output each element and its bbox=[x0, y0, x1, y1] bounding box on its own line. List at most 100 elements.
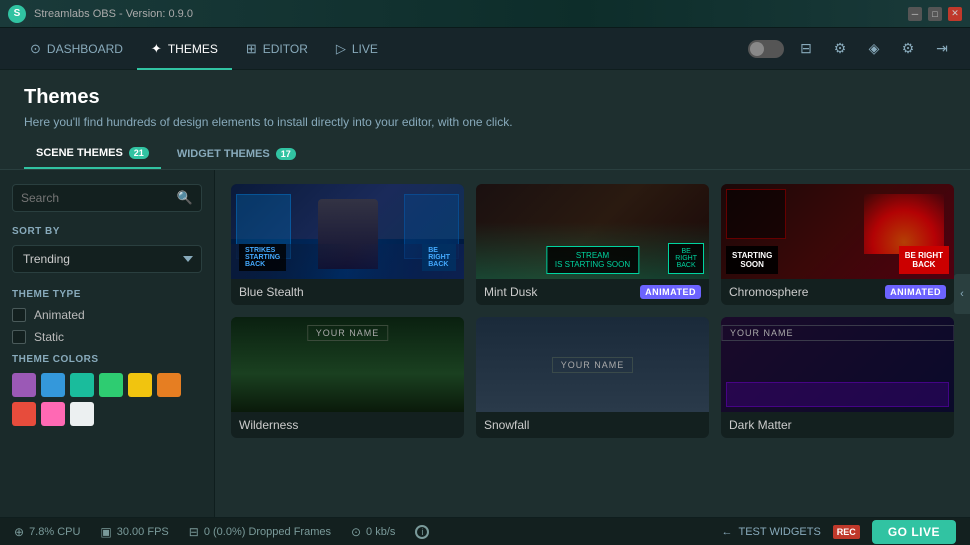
theme-thumbnail-chromosphere: STARTINGSOON BE RIGHTBACK bbox=[721, 184, 954, 279]
exit-icon[interactable]: ⇥ bbox=[930, 37, 954, 61]
person-icon[interactable]: ⚙ bbox=[828, 37, 852, 61]
theme-card-footer-mint-dusk: Mint Dusk ANIMATED bbox=[476, 279, 709, 305]
theme-card-footer-blue-stealth: Blue Stealth bbox=[231, 279, 464, 305]
maximize-button[interactable]: □ bbox=[928, 7, 942, 21]
theme-toggle[interactable] bbox=[748, 40, 784, 58]
nav-themes[interactable]: ✦ THEMES bbox=[137, 28, 232, 70]
page-header: Themes Here you'll find hundreds of desi… bbox=[0, 70, 970, 139]
be-right-back-mint: BERIGHTBACK bbox=[668, 243, 704, 274]
tab-scene-themes-badge: 21 bbox=[129, 147, 149, 159]
nav-themes-label: THEMES bbox=[168, 42, 218, 56]
color-swatch-teal[interactable] bbox=[70, 373, 94, 397]
your-name-forest: YOUR NAME bbox=[307, 325, 389, 341]
rec-badge: REC bbox=[833, 525, 860, 539]
dropped-status: ⊟ 0 (0.0%) Dropped Frames bbox=[189, 525, 331, 539]
close-button[interactable]: ✕ bbox=[948, 7, 962, 21]
theme-thumbnail-mint-dusk: STREAMIS STARTING SOON BERIGHTBACK bbox=[476, 184, 709, 279]
brb-chromosphere: BE RIGHTBACK bbox=[899, 246, 949, 274]
dropped-icon: ⊟ bbox=[189, 525, 199, 539]
theme-card-footer-forest: Wilderness bbox=[231, 412, 464, 438]
color-swatch-orange[interactable] bbox=[157, 373, 181, 397]
color-swatch-yellow[interactable] bbox=[128, 373, 152, 397]
theme-name-dark-matter: Dark Matter bbox=[729, 418, 792, 432]
color-swatch-green[interactable] bbox=[99, 373, 123, 397]
fire-effect bbox=[864, 194, 944, 254]
navbar: ⊙ DASHBOARD ✦ THEMES ⊞ EDITOR ▷ LIVE ⊟ ⚙… bbox=[0, 28, 970, 70]
go-live-button[interactable]: GO LIVE bbox=[872, 520, 956, 544]
status-right: ← TEST WIDGETS REC GO LIVE bbox=[721, 520, 956, 544]
theme-card-dark-matter[interactable]: YOUR NAME Dark Matter bbox=[721, 317, 954, 438]
static-checkbox[interactable] bbox=[12, 330, 26, 344]
tab-widget-themes-label: WIDGET THEMES bbox=[177, 148, 270, 160]
starting-soon-label: STRIKESSTARTINGBACK bbox=[239, 244, 286, 271]
animated-checkbox[interactable] bbox=[12, 308, 26, 322]
stream-starting-label: STREAMIS STARTING SOON bbox=[546, 246, 639, 274]
your-name-snowfall: YOUR NAME bbox=[552, 357, 634, 373]
test-widgets-label: TEST WIDGETS bbox=[738, 526, 820, 538]
fps-value: 30.00 FPS bbox=[117, 526, 169, 538]
nav-editor[interactable]: ⊞ EDITOR bbox=[232, 28, 322, 70]
fps-status: ▣ 30.00 FPS bbox=[100, 525, 168, 539]
sort-by-label: SORT BY bbox=[12, 226, 202, 237]
statusbar: ⊕ 7.8% CPU ▣ 30.00 FPS ⊟ 0 (0.0%) Droppe… bbox=[0, 517, 970, 545]
color-swatch-white[interactable] bbox=[70, 402, 94, 426]
info-button[interactable]: i bbox=[415, 525, 429, 539]
titlebar: S Streamlabs OBS - Version: 0.9.0 ─ □ ✕ bbox=[0, 0, 970, 28]
character-panel bbox=[726, 189, 786, 239]
theme-name-forest: Wilderness bbox=[239, 418, 298, 432]
main-area: Themes Here you'll find hundreds of desi… bbox=[0, 70, 970, 517]
tab-widget-themes[interactable]: WIDGET THEMES 17 bbox=[165, 140, 308, 168]
animated-label: Animated bbox=[34, 308, 85, 322]
app-title: Streamlabs OBS - Version: 0.9.0 bbox=[34, 8, 908, 20]
tab-scene-themes[interactable]: SCENE THEMES 21 bbox=[24, 139, 161, 169]
discord-icon[interactable]: ◈ bbox=[862, 37, 886, 61]
tab-widget-themes-badge: 17 bbox=[276, 148, 296, 160]
theme-type-label: THEME TYPE bbox=[12, 289, 202, 300]
theme-thumbnail-snowfall: YOUR NAME bbox=[476, 317, 709, 412]
nav-dashboard[interactable]: ⊙ DASHBOARD bbox=[16, 28, 137, 70]
static-label: Static bbox=[34, 330, 64, 344]
search-input[interactable] bbox=[21, 191, 177, 205]
bandwidth-icon: ⊙ bbox=[351, 525, 361, 539]
live-icon: ▷ bbox=[336, 41, 346, 57]
test-widgets-button[interactable]: ← TEST WIDGETS bbox=[721, 526, 820, 538]
page-subtitle: Here you'll find hundreds of design elem… bbox=[24, 115, 946, 129]
color-swatch-red[interactable] bbox=[12, 402, 36, 426]
theme-card-footer-snowfall: Snowfall bbox=[476, 412, 709, 438]
color-swatch-purple[interactable] bbox=[12, 373, 36, 397]
cpu-value: 7.8% CPU bbox=[29, 526, 80, 538]
editor-icon: ⊞ bbox=[246, 41, 257, 57]
gear-icon[interactable]: ⚙ bbox=[896, 37, 920, 61]
bandwidth-status: ⊙ 0 kb/s bbox=[351, 525, 395, 539]
animated-badge-mint-dusk: ANIMATED bbox=[640, 285, 701, 299]
theme-colors-section: THEME COLORS bbox=[12, 354, 202, 426]
page-title: Themes bbox=[24, 86, 946, 109]
minimize-button[interactable]: ─ bbox=[908, 7, 922, 21]
theme-colors-label: THEME COLORS bbox=[12, 354, 202, 365]
theme-card-chromosphere[interactable]: STARTINGSOON BE RIGHTBACK Chromosphere A… bbox=[721, 184, 954, 305]
nav-live[interactable]: ▷ LIVE bbox=[322, 28, 392, 70]
theme-card-mint-dusk[interactable]: STREAMIS STARTING SOON BERIGHTBACK Mint … bbox=[476, 184, 709, 305]
tab-scene-themes-label: SCENE THEMES bbox=[36, 147, 123, 159]
arrow-left-icon: ← bbox=[721, 526, 732, 538]
search-icon[interactable]: 🔍 bbox=[177, 190, 193, 206]
static-checkbox-item[interactable]: Static bbox=[12, 330, 202, 344]
theme-card-snowfall[interactable]: YOUR NAME Snowfall bbox=[476, 317, 709, 438]
sort-by-select[interactable]: Trending Newest Popular bbox=[12, 245, 202, 273]
your-name-dark: YOUR NAME bbox=[721, 325, 954, 341]
animated-badge-chromosphere: ANIMATED bbox=[885, 285, 946, 299]
theme-thumbnail-blue-stealth: STRIKESSTARTINGBACK BERIGHTBACK bbox=[231, 184, 464, 279]
sliders-icon[interactable]: ⊟ bbox=[794, 37, 818, 61]
color-swatch-blue[interactable] bbox=[41, 373, 65, 397]
search-box[interactable]: 🔍 bbox=[12, 184, 202, 212]
theme-thumbnail-dark-matter: YOUR NAME bbox=[721, 317, 954, 412]
theme-name-mint-dusk: Mint Dusk bbox=[484, 285, 537, 299]
theme-card-footer-chromosphere: Chromosphere ANIMATED bbox=[721, 279, 954, 305]
color-swatch-pink[interactable] bbox=[41, 402, 65, 426]
theme-card-blue-stealth[interactable]: STRIKESSTARTINGBACK BERIGHTBACK Blue Ste… bbox=[231, 184, 464, 305]
sidebar: 🔍 SORT BY Trending Newest Popular THEME … bbox=[0, 170, 215, 517]
animated-checkbox-item[interactable]: Animated bbox=[12, 308, 202, 322]
collapse-handle[interactable]: ‹ bbox=[954, 274, 970, 314]
theme-thumbnail-forest: YOUR NAME bbox=[231, 317, 464, 412]
theme-card-forest[interactable]: YOUR NAME Wilderness bbox=[231, 317, 464, 438]
